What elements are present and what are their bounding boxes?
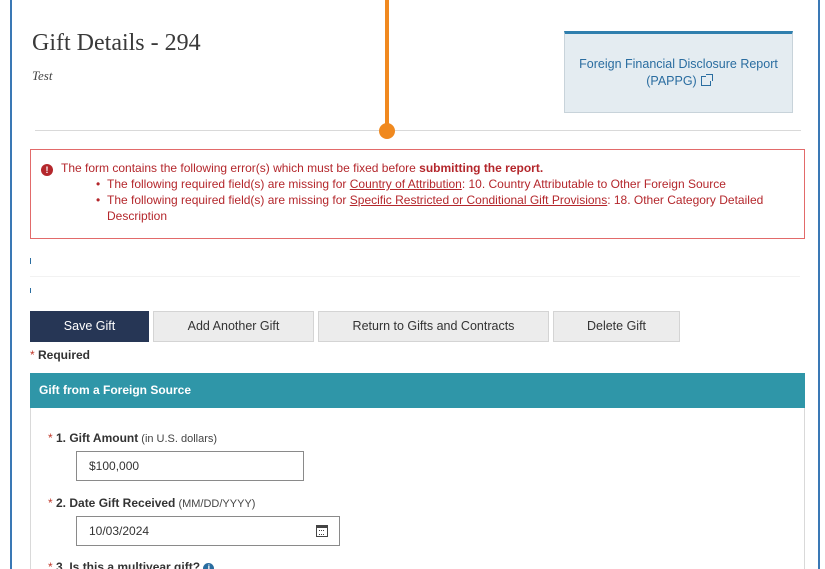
required-label: Required bbox=[34, 348, 91, 362]
faint-divider bbox=[30, 276, 800, 277]
error-link-gift-provisions[interactable]: Specific Restricted or Conditional Gift … bbox=[350, 193, 607, 207]
date-received-label-text: 2. Date Gift Received bbox=[52, 496, 176, 510]
date-received-label: * 2. Date Gift Received (MM/DD/YYYY) bbox=[48, 496, 255, 510]
error-item-text: The following required field(s) are miss… bbox=[107, 193, 350, 207]
error-intro: ! The form contains the following error(s… bbox=[41, 160, 804, 176]
date-picker-button[interactable] bbox=[305, 516, 340, 546]
gift-amount-label-text: 1. Gift Amount bbox=[52, 431, 139, 445]
error-list: The following required field(s) are miss… bbox=[96, 176, 804, 224]
page-title: Gift Details - 294 bbox=[32, 30, 201, 56]
section-header: Gift from a Foreign Source bbox=[30, 373, 805, 408]
delete-gift-button[interactable]: Delete Gift bbox=[553, 311, 680, 342]
return-to-gifts-button[interactable]: Return to Gifts and Contracts bbox=[318, 311, 549, 342]
gift-amount-input[interactable]: $100,000 bbox=[76, 451, 304, 481]
scroll-marker bbox=[30, 288, 31, 293]
report-button-label-line1: Foreign Financial Disclosure Report bbox=[579, 57, 778, 71]
error-intro-text: The form contains the following error(s)… bbox=[61, 161, 420, 175]
required-note: * Required bbox=[30, 348, 90, 362]
error-item: The following required field(s) are miss… bbox=[96, 176, 804, 192]
error-link-country-of-attribution[interactable]: Country of Attribution bbox=[350, 177, 462, 191]
gift-amount-hint: (in U.S. dollars) bbox=[138, 433, 218, 445]
annotation-pointer-line bbox=[385, 0, 389, 126]
multiyear-label: * 3. Is this a multiyear gift? i bbox=[48, 560, 215, 569]
error-item: The following required field(s) are miss… bbox=[96, 192, 804, 224]
date-received-input[interactable]: 10/03/2024 bbox=[76, 516, 306, 546]
scroll-marker bbox=[30, 258, 31, 264]
error-intro-bold: submitting the report. bbox=[419, 161, 544, 175]
header-divider bbox=[35, 130, 801, 131]
report-button[interactable]: Foreign Financial Disclosure Report (PAP… bbox=[564, 31, 793, 113]
save-gift-button[interactable]: Save Gift bbox=[30, 311, 149, 342]
error-item-text: : 10. Country Attributable to Other Fore… bbox=[461, 177, 726, 191]
report-button-label-line2: (PAPPG) bbox=[646, 74, 697, 88]
error-item-text: The following required field(s) are miss… bbox=[107, 177, 350, 191]
calendar-icon bbox=[316, 525, 328, 537]
annotation-pointer-dot bbox=[379, 123, 395, 139]
gift-amount-label: * 1. Gift Amount (in U.S. dollars) bbox=[48, 431, 217, 445]
error-icon: ! bbox=[41, 164, 53, 176]
date-received-hint: (MM/DD/YYYY) bbox=[175, 498, 256, 510]
external-link-icon bbox=[700, 74, 713, 86]
add-another-gift-button[interactable]: Add Another Gift bbox=[153, 311, 314, 342]
multiyear-label-text: 3. Is this a multiyear gift? bbox=[52, 560, 201, 569]
page-subtitle: Test bbox=[32, 68, 53, 83]
error-summary: ! The form contains the following error(s… bbox=[30, 149, 805, 239]
info-icon[interactable]: i bbox=[203, 563, 215, 569]
